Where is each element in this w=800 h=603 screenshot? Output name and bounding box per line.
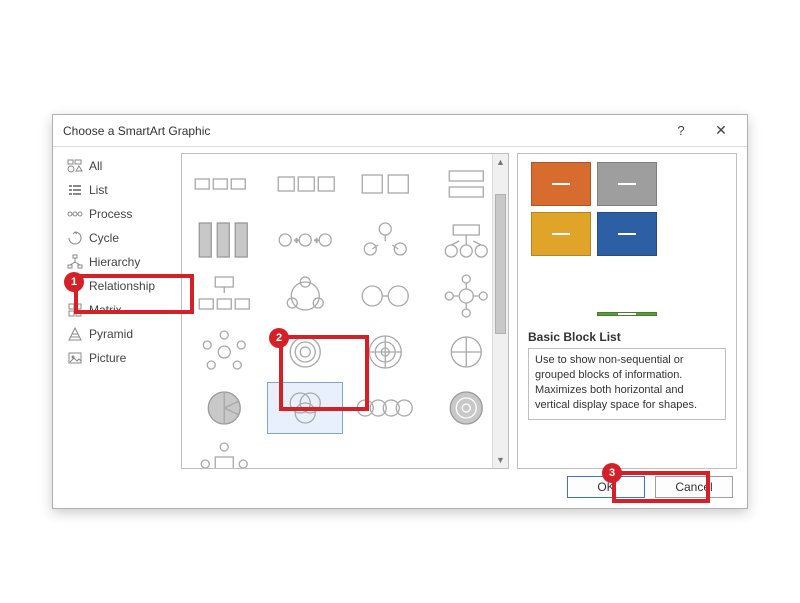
layout-thumb[interactable] xyxy=(186,214,263,266)
layout-thumb[interactable] xyxy=(186,158,263,210)
svg-text:+: + xyxy=(294,236,299,245)
layout-thumb[interactable] xyxy=(347,158,424,210)
picture-icon xyxy=(67,350,83,366)
layout-thumb[interactable] xyxy=(267,270,344,322)
category-sidebar: All List Process Cycle xyxy=(63,153,173,469)
preview-block xyxy=(597,212,657,256)
preview-block xyxy=(597,312,657,316)
gallery-grid: ++ xyxy=(182,154,508,469)
sidebar-item-label: Cycle xyxy=(89,231,119,245)
sidebar-item-matrix[interactable]: Matrix xyxy=(63,299,173,321)
preview-description: Use to show non-sequential or grouped bl… xyxy=(528,348,726,420)
sidebar-item-cycle[interactable]: Cycle xyxy=(63,227,173,249)
sidebar-item-label: All xyxy=(89,159,102,173)
layout-gallery: ++ ▲ xyxy=(181,153,509,469)
close-button[interactable]: ✕ xyxy=(701,119,741,143)
layout-thumb[interactable] xyxy=(186,438,263,469)
layout-thumb[interactable] xyxy=(186,326,263,378)
sidebar-item-all[interactable]: All xyxy=(63,155,173,177)
layout-thumb[interactable] xyxy=(347,382,424,434)
sidebar-item-list[interactable]: List xyxy=(63,179,173,201)
preview-blocks xyxy=(531,162,723,316)
matrix-icon xyxy=(67,302,83,318)
smartart-dialog: Choose a SmartArt Graphic ? ✕ All List xyxy=(52,114,748,509)
layout-thumb[interactable] xyxy=(267,326,344,378)
scroll-thumb[interactable] xyxy=(495,194,506,334)
cancel-button[interactable]: Cancel xyxy=(655,476,733,498)
layout-thumb[interactable] xyxy=(267,158,344,210)
dialog-footer: OK Cancel xyxy=(53,469,747,505)
ok-button[interactable]: OK xyxy=(567,476,645,498)
layout-thumb-selected[interactable] xyxy=(267,382,344,434)
sidebar-item-relationship[interactable]: Relationship xyxy=(63,275,173,297)
sidebar-item-label: Process xyxy=(89,207,132,221)
preview-pane: Basic Block List Use to show non-sequent… xyxy=(517,153,737,469)
sidebar-item-label: Relationship xyxy=(89,279,155,293)
pyramid-icon xyxy=(67,326,83,342)
scroll-down-icon[interactable]: ▼ xyxy=(493,452,508,468)
scroll-up-icon[interactable]: ▲ xyxy=(493,154,508,170)
hierarchy-icon xyxy=(67,254,83,270)
sidebar-item-label: Picture xyxy=(89,351,126,365)
preview-block xyxy=(531,162,591,206)
sidebar-item-process[interactable]: Process xyxy=(63,203,173,225)
layout-thumb[interactable]: ++ xyxy=(267,214,344,266)
sidebar-item-pyramid[interactable]: Pyramid xyxy=(63,323,173,345)
layout-thumb[interactable] xyxy=(347,270,424,322)
relationship-icon xyxy=(67,278,83,294)
svg-text:+: + xyxy=(314,236,319,245)
preview-canvas xyxy=(518,154,736,324)
layout-thumb[interactable] xyxy=(186,382,263,434)
layout-thumb[interactable] xyxy=(347,326,424,378)
sidebar-item-label: Matrix xyxy=(89,303,122,317)
all-icon xyxy=(67,158,83,174)
preview-block xyxy=(597,162,657,206)
preview-block xyxy=(531,212,591,256)
layout-thumb[interactable] xyxy=(347,214,424,266)
sidebar-item-picture[interactable]: Picture xyxy=(63,347,173,369)
sidebar-item-label: Pyramid xyxy=(89,327,133,341)
layout-thumb[interactable] xyxy=(186,270,263,322)
list-icon xyxy=(67,182,83,198)
cycle-icon xyxy=(67,230,83,246)
titlebar: Choose a SmartArt Graphic ? ✕ xyxy=(53,115,747,147)
dialog-body: All List Process Cycle xyxy=(53,147,747,469)
gallery-scrollbar[interactable]: ▲ ▼ xyxy=(492,154,508,468)
dialog-title: Choose a SmartArt Graphic xyxy=(63,124,661,138)
sidebar-item-label: Hierarchy xyxy=(89,255,140,269)
sidebar-item-hierarchy[interactable]: Hierarchy xyxy=(63,251,173,273)
preview-info: Basic Block List Use to show non-sequent… xyxy=(518,324,736,430)
help-button[interactable]: ? xyxy=(661,119,701,143)
preview-title: Basic Block List xyxy=(528,330,726,344)
sidebar-item-label: List xyxy=(89,183,108,197)
process-icon xyxy=(67,206,83,222)
